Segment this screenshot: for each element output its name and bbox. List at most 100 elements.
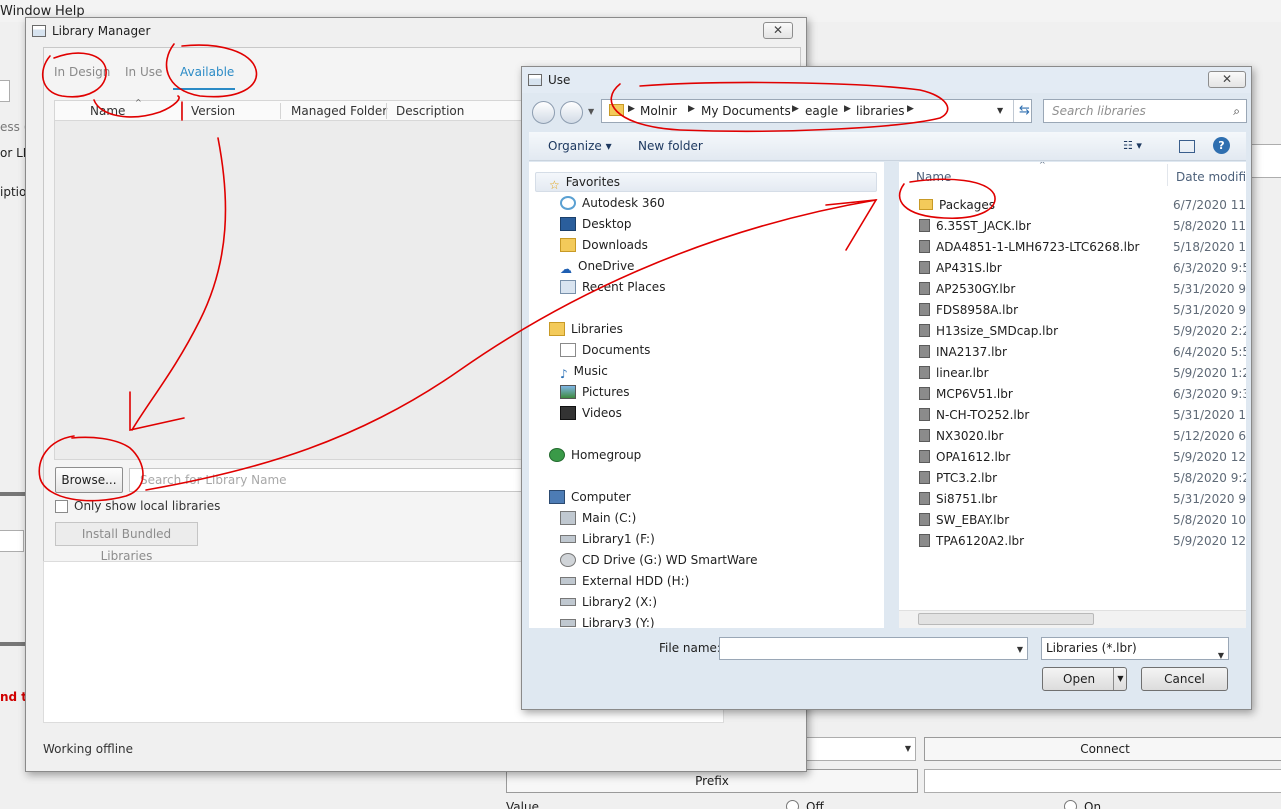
chevron-down-icon[interactable]: ▼	[1218, 645, 1224, 666]
file-column-date[interactable]: Date modifie	[1176, 170, 1246, 184]
file-item[interactable]: Si8751.lbr	[919, 492, 997, 506]
open-button[interactable]: Open ▼	[1042, 667, 1127, 691]
background-combo[interactable]: ▼	[806, 737, 916, 761]
file-item[interactable]: SW_EBAY.lbr	[919, 513, 1009, 527]
file-item[interactable]: TPA6120A2.lbr	[919, 534, 1024, 548]
column-description[interactable]: Description	[396, 104, 464, 118]
file-item[interactable]: 6.35ST_JACK.lbr	[919, 219, 1031, 233]
refresh-icon[interactable]: ⇆	[1013, 100, 1035, 122]
column-managed-folder[interactable]: Managed Folder	[291, 104, 387, 118]
help-icon[interactable]: ?	[1213, 137, 1230, 154]
cancel-button[interactable]: Cancel	[1141, 667, 1228, 691]
nav-favorites[interactable]: ☆ Favorites	[549, 175, 620, 192]
close-button[interactable]: ✕	[1208, 71, 1246, 88]
file-item[interactable]: AP2530GY.lbr	[919, 282, 1015, 296]
nav-drive-g[interactable]: CD Drive (G:) WD SmartWare	[560, 553, 757, 567]
file-item[interactable]: FDS8958A.lbr	[919, 303, 1018, 317]
file-name: ADA4851-1-LMH6723-LTC6268.lbr	[936, 240, 1140, 254]
file-date: 5/9/2020 12:3	[1173, 534, 1246, 548]
nav-onedrive[interactable]: ☁ OneDrive	[560, 259, 634, 276]
breadcrumb-my-documents[interactable]: My Documents	[701, 104, 791, 118]
nav-drive-y[interactable]: Library3 (Y:)	[560, 616, 655, 628]
tab-in-use[interactable]: In Use	[125, 65, 162, 79]
file-item[interactable]: AP431S.lbr	[919, 261, 1002, 275]
background-fragment-4: nd t	[0, 690, 28, 704]
file-item[interactable]: INA2137.lbr	[919, 345, 1007, 359]
tab-available[interactable]: Available	[180, 65, 234, 79]
open-split-icon[interactable]: ▼	[1113, 668, 1127, 690]
file-item[interactable]: linear.lbr	[919, 366, 989, 380]
nav-downloads[interactable]: Downloads	[560, 238, 648, 252]
tab-in-design[interactable]: In Design	[54, 65, 110, 79]
nav-drive-f[interactable]: Library1 (F:)	[560, 532, 655, 546]
status-text: Working offline	[43, 742, 134, 756]
background-left-strip: ess ( or LM iptio nd t	[0, 22, 33, 809]
only-local-checkbox[interactable]	[55, 500, 68, 513]
file-icon	[919, 492, 930, 505]
nav-drive-x[interactable]: Library2 (X:)	[560, 595, 657, 609]
file-name: TPA6120A2.lbr	[936, 534, 1025, 548]
breadcrumb-molnir[interactable]: Molnir	[640, 104, 677, 118]
column-name[interactable]: Name	[90, 104, 125, 118]
navigation-pane: ☆ Favorites Autodesk 360 Desktop Download…	[529, 162, 884, 628]
file-list-hscroll-thumb[interactable]	[918, 613, 1094, 625]
file-item[interactable]: PTC3.2.lbr	[919, 471, 997, 485]
file-item[interactable]: MCP6V51.lbr	[919, 387, 1013, 401]
nav-documents[interactable]: Documents	[560, 343, 650, 357]
file-date: 6/3/2020 9:36	[1173, 387, 1246, 401]
file-name-input[interactable]: ▼	[719, 637, 1028, 660]
nav-drive-c[interactable]: Main (C:)	[560, 511, 636, 525]
background-field-bottom[interactable]	[924, 769, 1281, 793]
breadcrumb-eagle[interactable]: eagle	[805, 104, 838, 118]
back-button[interactable]	[532, 101, 555, 124]
file-name: SW_EBAY.lbr	[936, 513, 1010, 527]
address-dropdown-icon[interactable]: ▼	[997, 106, 1003, 115]
file-item[interactable]: ADA4851-1-LMH6723-LTC6268.lbr	[919, 240, 1140, 254]
address-bar[interactable]: ▶ Molnir ▶ My Documents ▶ eagle ▶ librar…	[601, 99, 1032, 123]
view-options-icon[interactable]: ☷ ▾	[1123, 139, 1142, 152]
browse-button[interactable]: Browse...	[55, 467, 123, 493]
file-item[interactable]: NX3020.lbr	[919, 429, 1003, 443]
nav-desktop[interactable]: Desktop	[560, 217, 632, 231]
nav-pictures[interactable]: Pictures	[560, 385, 630, 399]
radio-on[interactable]	[1064, 800, 1077, 809]
recent-locations-icon[interactable]: ▼	[588, 107, 594, 116]
downloads-icon	[560, 238, 576, 252]
file-item[interactable]: OPA1612.lbr	[919, 450, 1010, 464]
folder-item[interactable]: Packages	[919, 198, 995, 212]
file-item[interactable]: H13size_SMDcap.lbr	[919, 324, 1058, 338]
videos-icon	[560, 406, 576, 420]
nav-autodesk-360[interactable]: Autodesk 360	[560, 196, 665, 210]
radio-off[interactable]	[786, 800, 799, 809]
nav-libraries[interactable]: Libraries	[549, 322, 623, 336]
prefix-button[interactable]: Prefix	[506, 769, 918, 793]
background-divider	[0, 492, 25, 496]
chevron-down-icon[interactable]: ▼	[1017, 645, 1023, 654]
nav-music[interactable]: ♪ Music	[560, 364, 608, 381]
nav-recent-places[interactable]: Recent Places	[560, 280, 665, 294]
file-date: 5/8/2020 10:3	[1173, 513, 1246, 527]
connect-button[interactable]: Connect	[924, 737, 1281, 761]
file-icon	[919, 219, 930, 232]
file-name: Si8751.lbr	[936, 492, 998, 506]
file-name: NX3020.lbr	[936, 429, 1004, 443]
file-column-name[interactable]: Name	[916, 170, 951, 184]
nav-computer[interactable]: Computer	[549, 490, 631, 504]
library-manager-title: Library Manager	[52, 24, 151, 38]
radio-off-label: Off	[806, 800, 824, 809]
file-name: INA2137.lbr	[936, 345, 1007, 359]
preview-pane-icon[interactable]	[1179, 140, 1195, 153]
breadcrumb-libraries[interactable]: libraries	[856, 104, 904, 118]
forward-button[interactable]	[560, 101, 583, 124]
new-folder-button[interactable]: New folder	[638, 139, 703, 153]
file-type-select[interactable]: Libraries (*.lbr) ▼	[1041, 637, 1229, 660]
nav-drive-h[interactable]: External HDD (H:)	[560, 574, 689, 588]
close-button[interactable]: ✕	[763, 22, 793, 39]
nav-videos[interactable]: Videos	[560, 406, 622, 420]
file-item[interactable]: N-CH-TO252.lbr	[919, 408, 1029, 422]
search-libraries-input[interactable]: Search libraries ⌕	[1043, 99, 1247, 123]
column-version[interactable]: Version	[191, 104, 235, 118]
organize-button[interactable]: Organize ▾	[548, 139, 612, 153]
nav-homegroup[interactable]: Homegroup	[549, 448, 641, 462]
install-bundled-button[interactable]: Install Bundled Libraries	[55, 522, 198, 563]
